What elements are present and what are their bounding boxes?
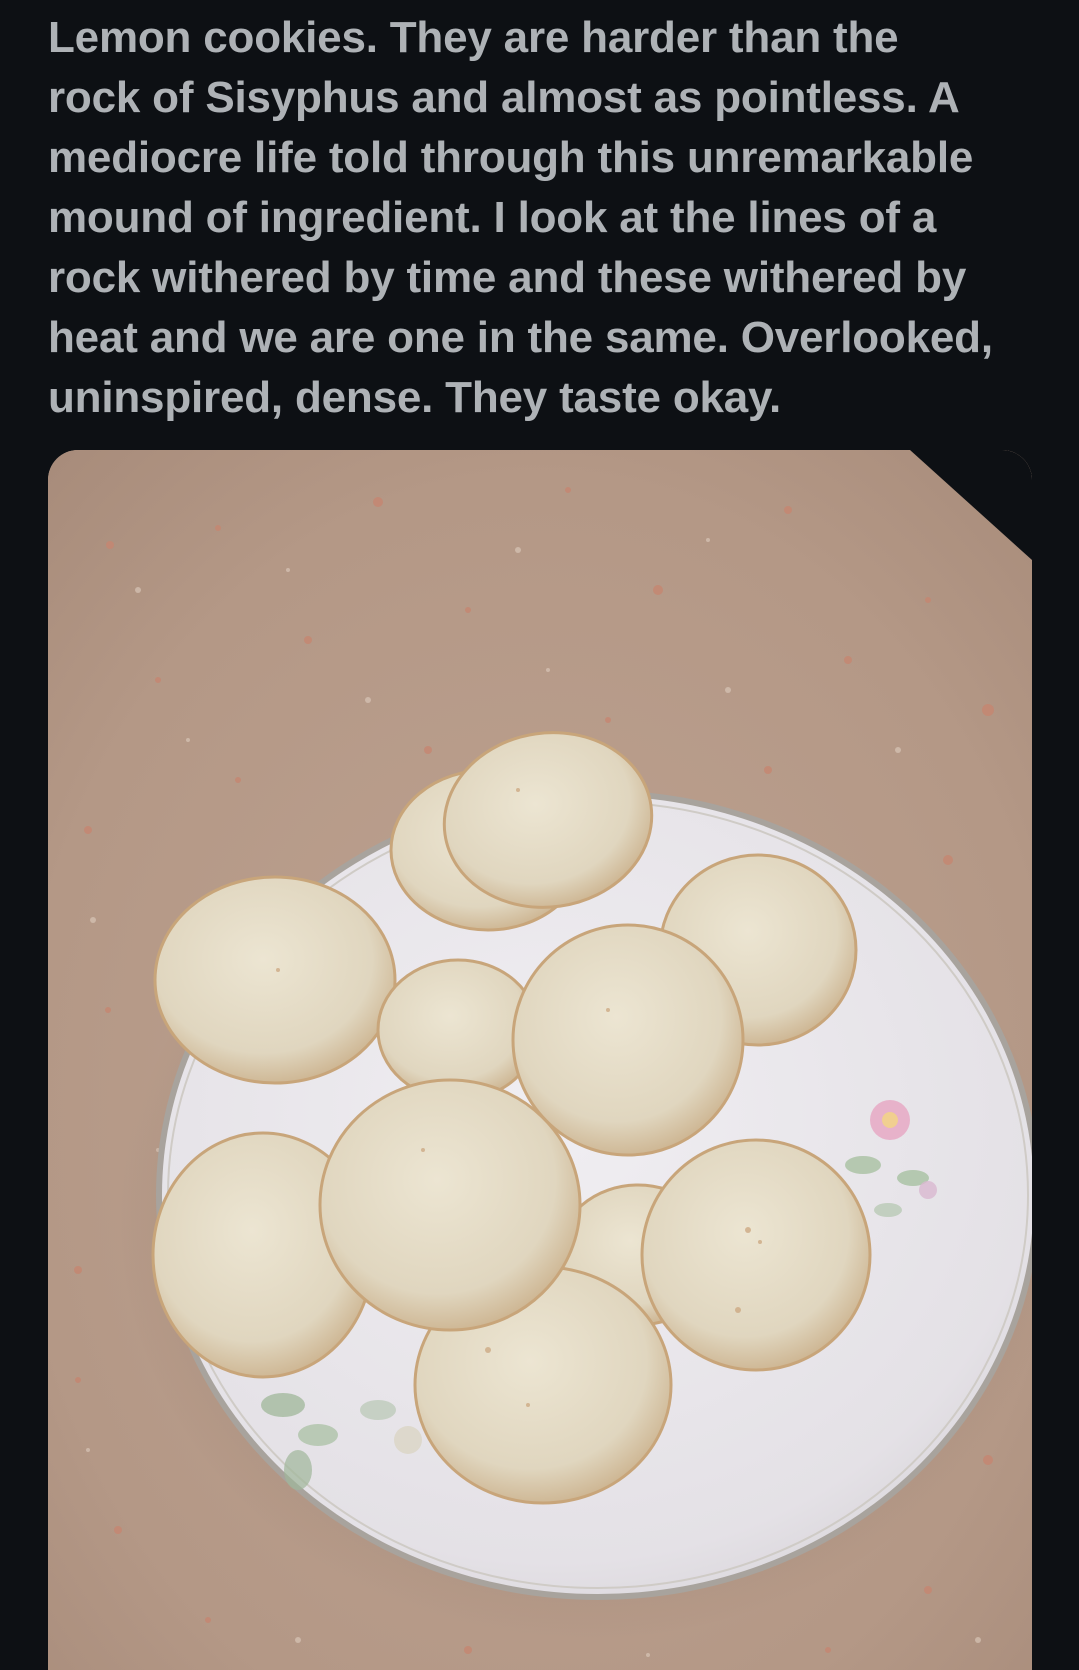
tweet-photo[interactable]: [48, 450, 1032, 1670]
cookies-photo-illustration: [48, 450, 1032, 1670]
tweet-text: Lemon cookies. They are harder than the …: [48, 13, 993, 422]
